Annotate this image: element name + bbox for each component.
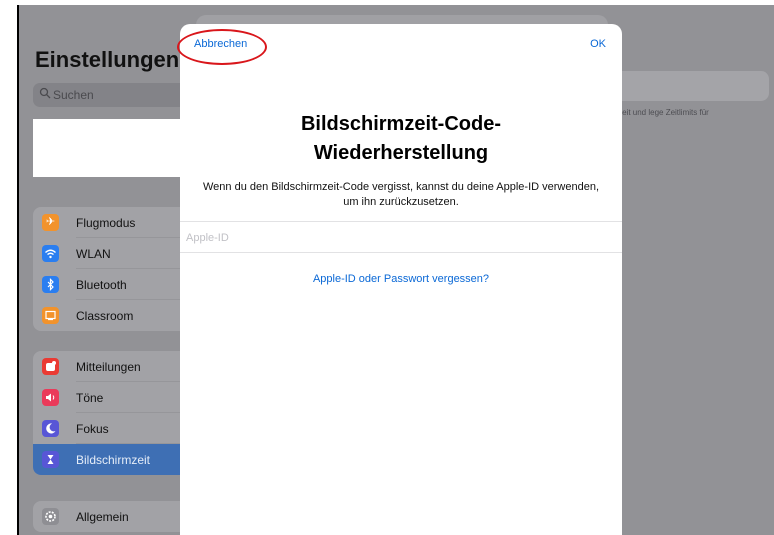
classroom-icon <box>42 307 59 324</box>
sidebar-item-label: Classroom <box>76 309 134 323</box>
sidebar-item-bluetooth[interactable]: Bluetooth <box>33 269 199 300</box>
sheet-title: Bildschirmzeit-Code-Wiederherstellung <box>300 113 502 164</box>
hourglass-icon <box>42 451 59 468</box>
search-placeholder: Suchen <box>53 88 94 102</box>
detail-pane-card <box>599 71 769 101</box>
sidebar-item-label: Allgemein <box>76 510 129 524</box>
sidebar-item-allgemein[interactable]: Allgemein <box>33 501 199 532</box>
bluetooth-icon <box>42 276 59 293</box>
search-field[interactable]: Suchen <box>33 83 193 107</box>
apple-id-profile-card[interactable] <box>33 119 199 177</box>
sidebar-item-label: Fokus <box>76 422 109 436</box>
sidebar-item-label: Bildschirmzeit <box>76 453 151 467</box>
sidebar-item-classroom[interactable]: Classroom <box>33 300 199 331</box>
sidebar-item-mitteilungen[interactable]: Mitteilungen <box>33 351 199 382</box>
settings-sidebar: Einstellungen Suchen ✈ Flugmodus WLAN Bl… <box>19 5 199 535</box>
wifi-icon <box>42 245 59 262</box>
screen-time-recovery-sheet: Abbrechen OK Bildschirmzeit-Code-Wiederh… <box>180 24 622 535</box>
field-divider-top <box>180 221 622 222</box>
cancel-button[interactable]: Abbrechen <box>194 38 247 50</box>
apple-id-input[interactable] <box>186 230 606 246</box>
sidebar-item-wlan[interactable]: WLAN <box>33 238 199 269</box>
ok-button[interactable]: OK <box>590 38 606 50</box>
sidebar-item-label: Flugmodus <box>76 216 136 230</box>
notifications-icon <box>42 358 59 375</box>
sidebar-item-flugmodus[interactable]: ✈ Flugmodus <box>33 207 199 238</box>
detail-pane-description: irmzeit und lege Zeitlimits für <box>607 108 709 117</box>
settings-title: Einstellungen <box>35 47 180 72</box>
sounds-icon <box>42 389 59 406</box>
sidebar-item-label: Töne <box>76 391 104 405</box>
sidebar-item-bildschirmzeit[interactable]: Bildschirmzeit <box>33 444 199 475</box>
settings-group-general: Allgemein <box>33 501 199 532</box>
sidebar-item-label: WLAN <box>76 247 111 261</box>
airplane-icon: ✈ <box>42 214 59 231</box>
moon-icon <box>42 420 59 437</box>
settings-group-notifications: Mitteilungen Töne Fokus Bildschirmzeit <box>33 351 199 475</box>
sidebar-item-label: Mitteilungen <box>76 360 141 374</box>
sidebar-item-fokus[interactable]: Fokus <box>33 413 199 444</box>
sidebar-item-toene[interactable]: Töne <box>33 382 199 413</box>
field-divider-bottom <box>180 252 622 253</box>
settings-group-connectivity: ✈ Flugmodus WLAN Bluetooth Classroom <box>33 207 199 331</box>
sheet-description: Wenn du den Bildschirmzeit-Code vergisst… <box>202 181 599 208</box>
gear-icon <box>42 508 59 525</box>
search-icon <box>39 87 51 99</box>
forgot-apple-id-link[interactable]: Apple-ID oder Passwort vergessen? <box>180 273 622 285</box>
sidebar-item-label: Bluetooth <box>76 278 127 292</box>
